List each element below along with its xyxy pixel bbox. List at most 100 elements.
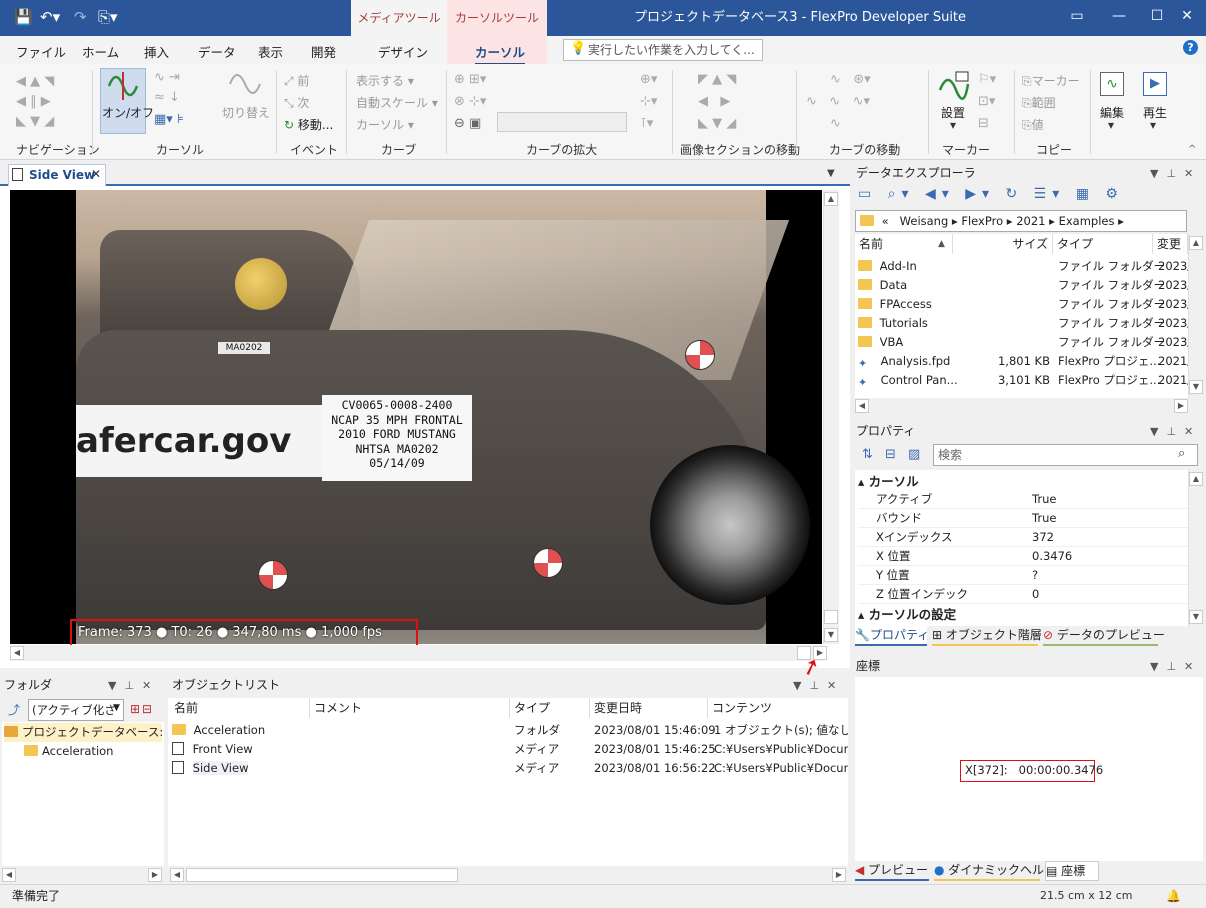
- panel-controls-icon[interactable]: ▼⊥✕: [1150, 425, 1201, 438]
- tab-design[interactable]: デザイン: [378, 42, 428, 61]
- panel-controls-icon[interactable]: ▼⊥✕: [793, 679, 844, 692]
- tab-data-preview[interactable]: ⊘ データのプレビュー: [1043, 626, 1165, 646]
- nav-pause-icon[interactable]: ◀ ‖ ▶: [16, 94, 51, 109]
- doc-tab-dropdown-icon[interactable]: ▼: [827, 168, 835, 179]
- col-name[interactable]: 名前: [170, 698, 310, 718]
- scroll-left-icon[interactable]: ◀: [10, 646, 24, 660]
- breadcrumb[interactable]: « Weisang ▸ FlexPro ▸ 2021 ▸ Examples ▸: [855, 210, 1187, 232]
- properties-toolbar-icons[interactable]: ⇅ ⊟ ▨: [862, 447, 924, 462]
- marker-1-icon[interactable]: ⚐▾: [978, 72, 996, 87]
- close-doc-tab-icon[interactable]: ✕: [91, 167, 101, 181]
- list-item[interactable]: FPAccess ファイル フォルダー 2023/: [858, 295, 1191, 314]
- table-row[interactable]: Front View メディア 2023/08/01 15:46:25 C:¥U…: [172, 740, 848, 759]
- col-modified[interactable]: 変更日時: [590, 698, 708, 718]
- chevron-down-icon[interactable]: ▼: [113, 703, 120, 713]
- col-content[interactable]: コンテンツ: [708, 698, 848, 718]
- tree-item-acceleration[interactable]: Acceleration: [24, 742, 113, 761]
- zoom-fit1-icon[interactable]: ⊕▾: [640, 72, 657, 87]
- object-list-hscrollbar[interactable]: ◀ ▶: [170, 867, 848, 883]
- minimize-button[interactable]: —: [1098, 0, 1140, 32]
- img-move-row1-icon[interactable]: ◤ ▲ ◥: [698, 72, 736, 87]
- curve-show-dropdown[interactable]: 表示する ▾: [356, 72, 414, 89]
- table-row[interactable]: Side View メディア 2023/08/01 16:56:22 C:¥Us…: [172, 759, 848, 778]
- col-comment[interactable]: コメント: [310, 698, 510, 718]
- tab-dynamic-help[interactable]: ● ダイナミックヘルプ: [934, 861, 1056, 881]
- panel-controls-icon[interactable]: ▼⊥✕: [108, 679, 159, 692]
- curve-move2-icon[interactable]: ∿ ∿ ∿▾: [806, 94, 870, 109]
- property-row[interactable]: X 位置 0.3476: [858, 547, 1188, 566]
- table-row[interactable]: Acceleration フォルダ 2023/08/01 15:46:09 1 …: [172, 721, 848, 740]
- zoom-fit3-icon[interactable]: ⊺▾: [640, 116, 653, 131]
- property-search-input[interactable]: 検索: [933, 444, 1198, 466]
- list-item[interactable]: VBA ファイル フォルダー 2023/: [858, 333, 1191, 352]
- scroll-right-icon[interactable]: ▶: [148, 868, 162, 882]
- video-vscrollbar[interactable]: ▲ ▼: [823, 190, 839, 644]
- scroll-left-icon[interactable]: ◀: [2, 868, 16, 882]
- tab-object-hierarchy[interactable]: ⊞ オブジェクト階層: [932, 626, 1042, 646]
- switch-wave-icon[interactable]: [228, 70, 262, 98]
- tell-me-input[interactable]: 実行したい作業を入力してく...: [563, 39, 763, 61]
- copy-value[interactable]: ⎘値: [1022, 116, 1044, 133]
- property-section-cursor-settings[interactable]: ▴ カーソルの設定: [858, 604, 956, 623]
- list-item[interactable]: ✦ Analysis.fpd 1,801 KB FlexPro プロジェ... …: [858, 352, 1191, 371]
- video-frame[interactable]: MA0202 afercar.gov CV0065-0008-2400 NCAP…: [10, 190, 822, 644]
- property-row[interactable]: バウンド True: [858, 509, 1188, 528]
- tab-file[interactable]: ファイル: [16, 42, 66, 61]
- cursor-grid-icon[interactable]: ▦▾ ⊧: [154, 112, 184, 127]
- bell-icon[interactable]: 🔔: [1166, 885, 1181, 907]
- property-row[interactable]: Y 位置 ?: [858, 566, 1188, 585]
- curve-cursor-dropdown[interactable]: カーソル ▾: [356, 116, 414, 133]
- tab-properties[interactable]: 🔧プロパティ: [855, 626, 929, 646]
- property-row[interactable]: アクティブ True: [858, 490, 1188, 509]
- tab-cursor[interactable]: カーソル: [475, 42, 526, 65]
- edit-dropdown-icon[interactable]: ▾: [1108, 118, 1114, 132]
- scroll-down-icon[interactable]: ▼: [824, 628, 838, 642]
- folder-hscrollbar[interactable]: ◀ ▶: [2, 867, 164, 883]
- list-item[interactable]: ✦ Control Pan... 3,101 KB FlexPro プロジェ..…: [858, 371, 1191, 390]
- collapse-ribbon-icon[interactable]: ^: [1188, 144, 1196, 155]
- tab-coords[interactable]: ▤ 座標: [1045, 861, 1099, 881]
- help-icon[interactable]: ?: [1183, 40, 1198, 55]
- scroll-box[interactable]: [824, 610, 838, 624]
- property-section-cursor[interactable]: ▴ カーソル: [858, 471, 919, 490]
- scroll-down-icon[interactable]: ▼: [1189, 610, 1203, 624]
- col-date[interactable]: 変更: [1153, 234, 1188, 254]
- curve-move3-icon[interactable]: ∿: [830, 116, 841, 131]
- explorer-toolbar[interactable]: ▭ ⌕▾ ◀▾ ▶▾ ↻ ☰▾ ▦ ⚙: [858, 186, 1198, 208]
- folder-up-icon[interactable]: ⤴: [8, 701, 20, 718]
- tab-data[interactable]: データ: [198, 42, 236, 61]
- event-move[interactable]: ↻ 移動...: [284, 116, 333, 133]
- property-row[interactable]: Xインデックス 372: [858, 528, 1188, 547]
- marker-3-icon[interactable]: ⊟: [978, 116, 989, 131]
- settings-dropdown-icon[interactable]: ▾: [950, 118, 956, 132]
- scroll-right-icon[interactable]: ▶: [832, 868, 846, 882]
- folder-action-icons[interactable]: ⊞⊟: [130, 702, 154, 716]
- list-item[interactable]: Data ファイル フォルダー 2023/: [858, 276, 1191, 295]
- scroll-left-icon[interactable]: ◀: [855, 399, 869, 413]
- property-row[interactable]: Z 位置インデック 0: [858, 585, 1188, 604]
- zoom-in-icon[interactable]: ⊕ ⊞▾: [454, 72, 486, 87]
- undo-icon[interactable]: ↶▾: [40, 8, 60, 26]
- tab-insert[interactable]: 挿入: [144, 42, 169, 61]
- nav-first-icon[interactable]: ◀ ▲ ◥: [16, 74, 54, 89]
- nav-last-icon[interactable]: ◣ ▼ ◢: [16, 114, 54, 129]
- curve-move1-icon[interactable]: ∿ ⊛▾: [830, 72, 871, 87]
- panel-controls-icon[interactable]: ▼⊥✕: [1150, 167, 1201, 180]
- scroll-left-icon[interactable]: ◀: [170, 868, 184, 882]
- zoom-dropdown[interactable]: [497, 112, 627, 132]
- quick-access-icon[interactable]: ⎘▾: [98, 8, 118, 26]
- scroll-down-icon[interactable]: ▼: [1189, 380, 1203, 394]
- scroll-right-icon[interactable]: ▶: [1174, 399, 1188, 413]
- list-item[interactable]: Add-In ファイル フォルダー 2023/: [858, 257, 1191, 276]
- list-item[interactable]: Tutorials ファイル フォルダー 2023/: [858, 314, 1191, 333]
- close-button[interactable]: ✕: [1166, 0, 1206, 32]
- img-move-row2-icon[interactable]: ◀ ▶: [698, 94, 730, 109]
- folder-filter-dropdown[interactable]: (アクティブ化さ: [28, 699, 124, 721]
- tree-item-project[interactable]: プロジェクトデータベース: 'プロジ: [4, 723, 162, 742]
- marker-2-icon[interactable]: ⊡▾: [978, 94, 995, 109]
- cursor-wave-icon[interactable]: ∿ ⇥: [154, 70, 180, 85]
- save-icon[interactable]: 💾: [14, 8, 33, 26]
- zoom-area-icon[interactable]: ⊗ ⊹▾: [454, 94, 486, 109]
- explorer-vscrollbar[interactable]: ▲ ▼: [1188, 234, 1204, 398]
- scroll-up-icon[interactable]: ▲: [824, 192, 838, 206]
